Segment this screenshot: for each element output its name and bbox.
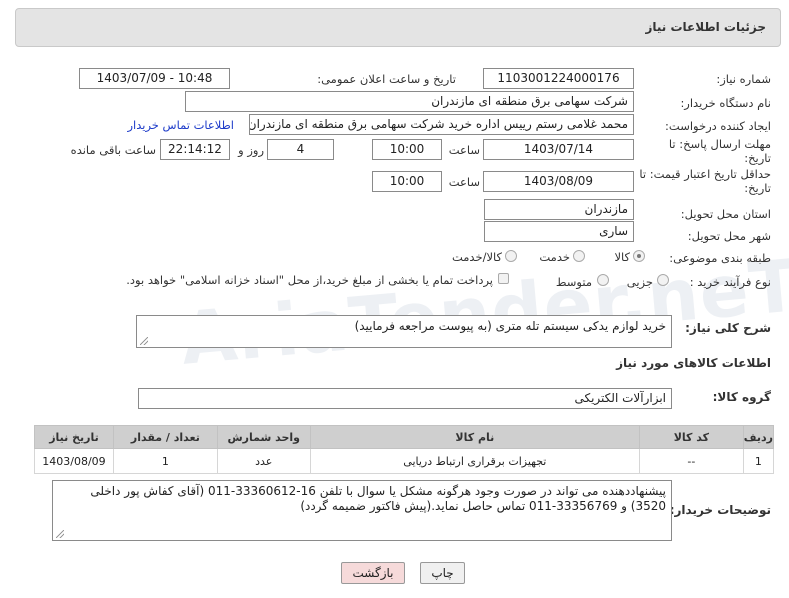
resize-grip-icon[interactable] xyxy=(56,530,64,538)
requester-label: ایجاد کننده درخواست: xyxy=(665,119,771,133)
reply-date-field: 1403/07/14 xyxy=(483,139,634,160)
col-quantity: تعداد / مقدار xyxy=(112,425,218,449)
category-option-goods: کالا xyxy=(614,250,630,264)
treasury-checkbox[interactable] xyxy=(498,273,509,284)
cell-row-number: 1 xyxy=(742,448,775,474)
goods-table: ردیف کد کالا نام کالا واحد شمارش تعداد /… xyxy=(34,425,775,474)
col-need-date: تاریخ نیاز xyxy=(34,425,114,449)
col-row-number: ردیف xyxy=(742,425,775,449)
category-option-service: خدمت xyxy=(539,250,570,264)
price-validity-label: حداقل تاریخ اعتبار قیمت: تا تاریخ: xyxy=(639,167,771,195)
cell-unit: عدد xyxy=(216,448,311,474)
reply-deadline-label: مهلت ارسال پاسخ: تا تاریخ: xyxy=(651,137,771,165)
header-panel: جزئیات اطلاعات نیاز xyxy=(15,8,781,47)
process-label: نوع فرآیند خرید : xyxy=(689,275,771,289)
col-item-code: کد کالا xyxy=(638,425,744,449)
goods-table-header-row: ردیف کد کالا نام کالا واحد شمارش تعداد /… xyxy=(34,425,775,449)
cell-need-date: 1403/08/09 xyxy=(34,448,114,474)
price-validity-time-field: 10:00 xyxy=(372,171,442,192)
col-unit: واحد شمارش xyxy=(216,425,311,449)
category-radio-service[interactable] xyxy=(573,250,585,262)
requester-field: محمد غلامی رستم رییس اداره خرید شرکت سها… xyxy=(249,114,634,135)
reply-days-field: 4 xyxy=(267,139,334,160)
city-field: ساری xyxy=(484,221,634,242)
back-button[interactable]: بازگشت xyxy=(341,562,405,584)
announce-label: تاریخ و ساعت اعلان عمومی: xyxy=(317,72,456,86)
resize-grip-icon[interactable] xyxy=(140,337,148,345)
cell-item-code: -- xyxy=(638,448,744,474)
reply-deadline-label-line2: تاریخ: xyxy=(744,151,771,165)
reply-deadline-label-line1: مهلت ارسال پاسخ: تا xyxy=(668,137,771,151)
announce-field: 1403/07/09 - 10:48 xyxy=(79,68,230,89)
buyer-notes-field: پیشنهاددهنده می تواند در صورت وجود هرگون… xyxy=(52,480,672,541)
table-row: 1 -- تجهیزات برقراری ارتباط دریایی عدد 1… xyxy=(34,448,775,474)
process-radio-medium[interactable] xyxy=(597,274,609,286)
province-label: استان محل تحویل: xyxy=(680,207,771,221)
price-validity-date-field: 1403/08/09 xyxy=(483,171,634,192)
reply-days-label: روز و xyxy=(238,143,264,157)
reply-time-label: ساعت xyxy=(448,143,480,157)
buyer-org-label: نام دستگاه خریدار: xyxy=(680,96,771,110)
category-label: طبقه بندی موضوعی: xyxy=(669,251,771,265)
price-validity-label-line2: تاریخ: xyxy=(744,181,771,195)
price-validity-label-line1: حداقل تاریخ اعتبار قیمت: تا xyxy=(639,167,771,181)
category-radio-goods[interactable] xyxy=(633,250,645,262)
need-number-field: 1103001224000176 xyxy=(483,68,634,89)
province-field: مازندران xyxy=(484,199,634,220)
city-label: شهر محل تحویل: xyxy=(687,229,771,243)
description-text: خرید لوازم یدکی سیستم تله متری (به پیوست… xyxy=(354,319,666,333)
cell-item-name: تجهیزات برقراری ارتباط دریایی xyxy=(309,448,640,474)
price-validity-time-label: ساعت xyxy=(448,175,480,189)
treasury-note: پرداخت تمام یا بخشی از مبلغ خرید،از محل … xyxy=(126,273,493,287)
process-option-minor: جزیی xyxy=(626,275,653,289)
category-radio-goods-service[interactable] xyxy=(505,250,517,262)
description-field: خرید لوازم یدکی سیستم تله متری (به پیوست… xyxy=(136,315,672,348)
need-number-label: شماره نیاز: xyxy=(716,72,771,86)
process-option-medium: متوسط xyxy=(555,275,592,289)
remaining-time-field: 22:14:12 xyxy=(160,139,230,160)
category-option-goods-service: کالا/خدمت xyxy=(451,250,502,264)
goods-section-title: اطلاعات کالاهای مورد نیاز xyxy=(616,356,771,370)
print-button[interactable]: چاپ xyxy=(420,562,465,584)
buyer-contact-link[interactable]: اطلاعات تماس خریدار xyxy=(124,118,234,132)
cell-quantity: 1 xyxy=(112,448,218,474)
page-title: جزئیات اطلاعات نیاز xyxy=(645,20,766,34)
reply-time-field: 10:00 xyxy=(372,139,442,160)
remaining-time-label: ساعت باقی مانده xyxy=(70,143,156,157)
process-radio-minor[interactable] xyxy=(657,274,669,286)
col-item-name: نام کالا xyxy=(309,425,640,449)
buyer-org-field: شرکت سهامی برق منطقه ای مازندران xyxy=(185,91,634,112)
goods-group-field: ابزارآلات الکتریکی xyxy=(138,388,672,409)
buyer-notes-text: پیشنهاددهنده می تواند در صورت وجود هرگون… xyxy=(90,484,666,513)
